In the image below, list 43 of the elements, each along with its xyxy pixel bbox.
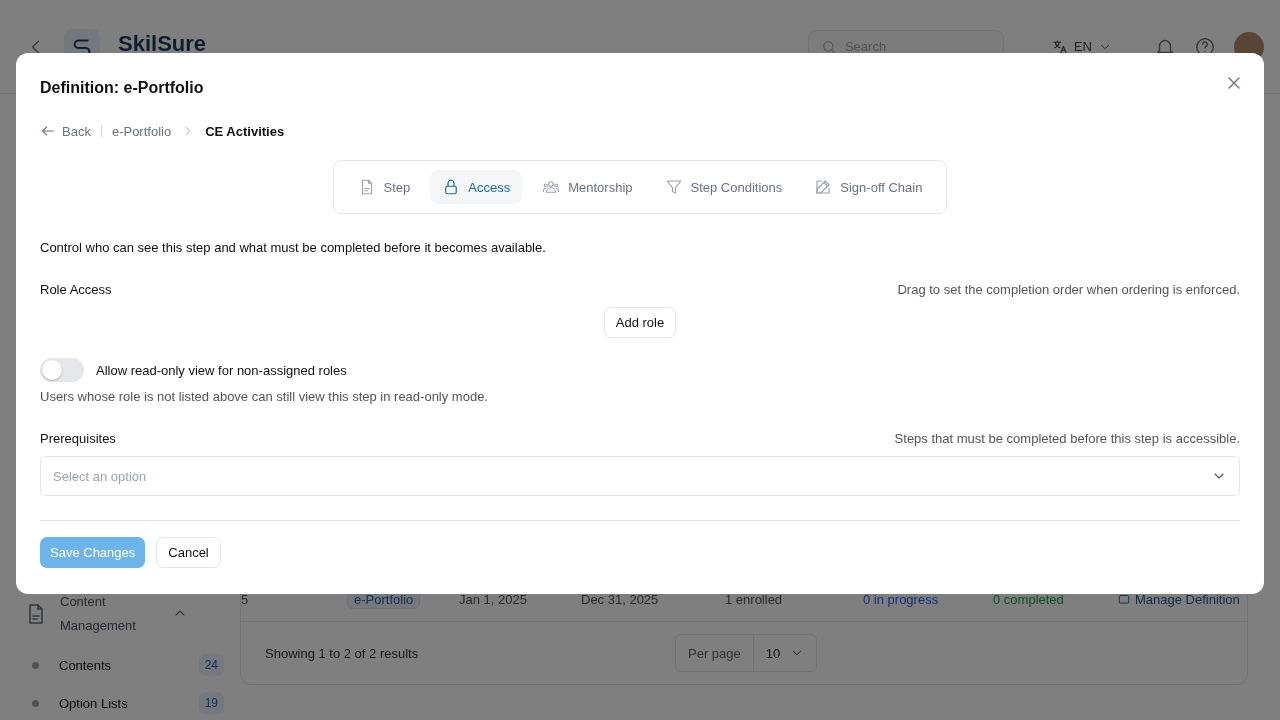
table-cell-text: Jan 1, 2025 bbox=[459, 591, 528, 607]
tab[interactable]: Step Conditions bbox=[652, 170, 795, 204]
translate-icon bbox=[1051, 38, 1068, 55]
brand-name: SkilSure bbox=[118, 30, 207, 57]
back-link[interactable]: Back bbox=[40, 123, 91, 139]
tab[interactable]: Mentorship bbox=[530, 170, 645, 204]
toggle-label: Allow read-only view for non-assigned roles bbox=[96, 362, 347, 378]
table-cell-text: Dec 31, 2025 bbox=[581, 591, 660, 607]
breadcrumb-current: CE Activities bbox=[205, 123, 285, 139]
section-label: Prerequisites bbox=[40, 431, 116, 446]
pencil-icon bbox=[814, 178, 833, 196]
manage-definition-link[interactable]: Manage Definition bbox=[1135, 591, 1240, 607]
tab[interactable]: Sign-off Chain bbox=[802, 170, 935, 204]
filter-icon bbox=[664, 178, 683, 196]
select-field[interactable]: Select an option bbox=[40, 456, 1240, 496]
dialog-title: Definition: e-Portfolio bbox=[40, 79, 204, 97]
count-badge: 19 bbox=[198, 692, 224, 714]
section-hint: Drag to set the completion order when ordering is enforced. bbox=[897, 282, 1240, 297]
tab[interactable]: Step bbox=[345, 170, 423, 204]
breadcrumb-link[interactable]: e-Portfolio bbox=[111, 123, 172, 139]
table-cell-text: 0 completed bbox=[993, 591, 1065, 607]
description: Control who can see this step and what must be completed before it becomes available. bbox=[40, 240, 547, 255]
sidebar-item[interactable]: Option Lists bbox=[59, 695, 179, 711]
section-hint: Steps that must be completed before this step is accessible. bbox=[894, 431, 1240, 446]
bullet-icon bbox=[32, 699, 39, 707]
search-icon bbox=[820, 38, 837, 55]
section-label: Role Access bbox=[40, 282, 112, 297]
toggle-switch[interactable] bbox=[40, 358, 84, 382]
bullet-icon bbox=[32, 661, 39, 669]
people-icon bbox=[542, 178, 561, 196]
arrow-left-icon bbox=[40, 123, 56, 139]
help-text: Users whose role is not listed above can still view this step in read-only mode. bbox=[40, 389, 489, 404]
table-cell-text: 5 bbox=[241, 591, 250, 607]
results-summary: Showing 1 to 2 of 2 results bbox=[265, 645, 420, 661]
add-role-button[interactable]: Add role bbox=[603, 307, 677, 338]
tab[interactable]: Access bbox=[430, 170, 523, 204]
sidebar-item[interactable]: Contents bbox=[59, 657, 179, 673]
count-badge: 24 bbox=[198, 654, 224, 676]
sidebar-group-label[interactable]: Content Management bbox=[60, 590, 160, 638]
table-cell-text: 0 in progress bbox=[863, 591, 940, 607]
table-cell-text: 1 enrolled bbox=[725, 591, 784, 607]
language-label[interactable]: EN bbox=[1073, 39, 1092, 54]
cancel-button[interactable]: Cancel bbox=[156, 537, 221, 568]
